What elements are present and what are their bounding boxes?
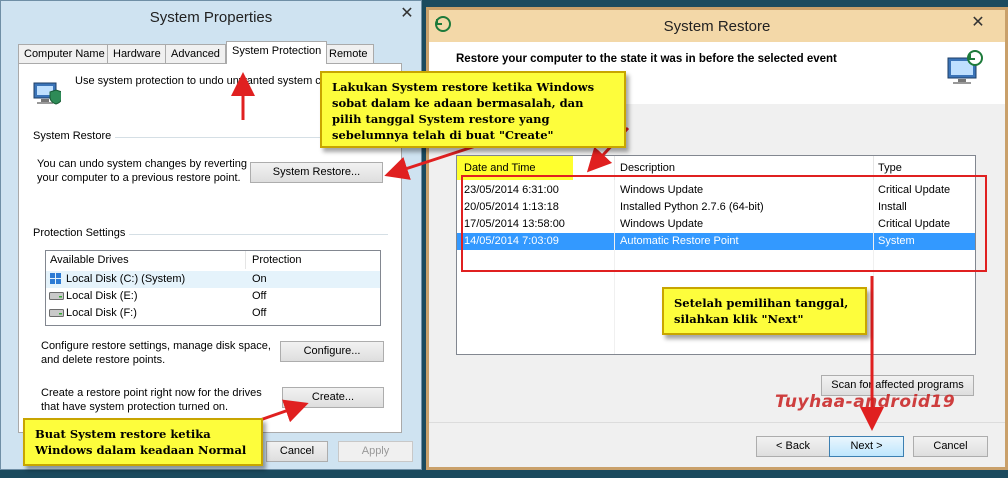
arrow-to-create-button	[259, 399, 309, 423]
tab-system-protection[interactable]: System Protection	[226, 41, 328, 64]
watermark: Tuyhaa-android19	[775, 392, 955, 412]
callout-text: Lakukan System restore ketika Windows so…	[332, 80, 595, 142]
callout-text: Buat System restore ketika Windows dalam…	[35, 427, 247, 457]
callout-text: Setelah pemilihan tanggal, silahkan klik…	[674, 296, 849, 326]
callout-top: Lakukan System restore ketika Windows so…	[320, 71, 626, 148]
callout-create: Buat System restore ketika Windows dalam…	[23, 418, 263, 466]
watermark-text: Tuyhaa-android19	[775, 392, 956, 412]
callout-next: Setelah pemilihan tanggal, silahkan klik…	[662, 287, 867, 335]
